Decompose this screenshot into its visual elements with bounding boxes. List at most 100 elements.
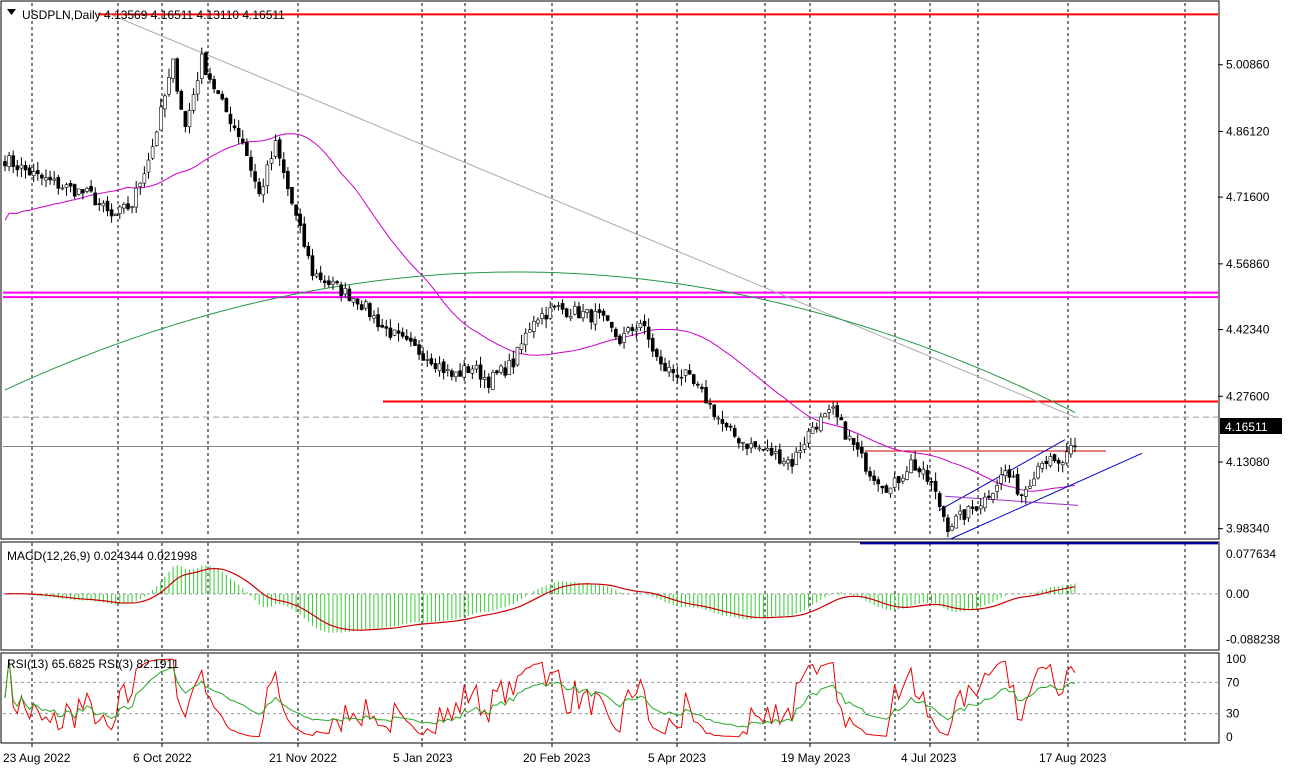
candle-body [228, 113, 233, 125]
candle-body [281, 159, 286, 173]
candle-body [675, 374, 680, 378]
candle-body [122, 203, 126, 209]
main-pane-frame [0, 0, 1220, 540]
candle-body [199, 53, 204, 79]
candle-body [605, 315, 610, 321]
candle-body [519, 343, 524, 350]
candle-body [790, 459, 794, 467]
candle-body [138, 182, 143, 187]
candle-body [400, 332, 405, 337]
candle-body [757, 447, 762, 450]
candle-body [236, 127, 241, 138]
candle-body [421, 353, 425, 361]
candle-body [208, 73, 212, 80]
candle-body [429, 358, 434, 365]
candle-body [339, 284, 343, 296]
candle-body [687, 370, 692, 375]
candle-body [1011, 475, 1016, 478]
candle-body [126, 203, 130, 210]
candle-body [35, 170, 40, 175]
candle-body [458, 370, 462, 377]
candle-body [765, 447, 770, 451]
candle-body [905, 471, 909, 480]
candle-body [564, 308, 569, 317]
trading-chart[interactable]: 5.00860 4.86120 4.71600 4.56860 4.42340 4.276… [0, 0, 1291, 771]
candle-body [888, 487, 893, 495]
candle-body [970, 506, 975, 509]
candle-body [769, 447, 774, 456]
candle-body [728, 425, 733, 428]
candle-body [778, 449, 782, 464]
candle-body [712, 404, 717, 417]
candle-body [618, 335, 622, 344]
candle-body [40, 174, 44, 179]
candle-body [396, 330, 401, 334]
candle-body [310, 255, 315, 276]
candle-body [72, 184, 77, 197]
candle-body [966, 506, 971, 519]
candle-body [650, 338, 655, 352]
rsi-tick-label: 70 [1226, 675, 1240, 689]
candle-body [216, 90, 220, 94]
candle-body [634, 328, 639, 332]
candle-body [720, 419, 725, 424]
candle-body [667, 366, 671, 373]
candle-body [335, 281, 339, 284]
candle-body [1052, 454, 1057, 462]
date-tick-label: 4 Jul 2023 [901, 751, 957, 765]
price-tick-label: 4.71600 [1226, 190, 1270, 204]
candle-body [806, 430, 811, 444]
candle-body [708, 403, 712, 405]
candle-body [921, 468, 926, 475]
candle-body [741, 441, 745, 444]
candle-body [376, 314, 380, 328]
candle-body [901, 477, 905, 482]
candle-body [937, 493, 942, 508]
candle-body [89, 185, 93, 192]
candle-body [823, 413, 827, 418]
candle-body [691, 374, 696, 384]
candle-body [753, 441, 758, 448]
candle-body [983, 496, 987, 508]
candle-body [614, 328, 618, 338]
candle-body [987, 495, 991, 498]
candle-body [917, 468, 922, 473]
candle-body [232, 125, 237, 129]
candle-body [245, 141, 249, 156]
candle-body [204, 52, 208, 75]
candle-body [962, 509, 967, 520]
candle-body [113, 213, 118, 216]
candle-body [950, 526, 954, 531]
candle-body [470, 368, 475, 374]
candle-body [958, 510, 963, 515]
candle-body [240, 138, 245, 144]
candle-body [31, 171, 36, 177]
candle-body [167, 76, 171, 95]
candle-body [884, 485, 889, 493]
candle-body [798, 450, 803, 454]
candle-body [868, 471, 872, 477]
candle-body [896, 476, 901, 484]
candle-body [158, 106, 163, 131]
candle-body [860, 447, 864, 454]
candle-body [872, 475, 876, 482]
candle-body [523, 332, 528, 346]
candle-body [450, 370, 454, 377]
candle-body [683, 369, 688, 376]
candle-body [864, 452, 868, 472]
candle-body [507, 360, 512, 376]
candle-body [224, 98, 229, 113]
candle-body [1056, 459, 1061, 464]
candle-body [593, 311, 598, 325]
candle-body [85, 188, 89, 192]
candle-body [626, 327, 630, 333]
candle-body [499, 365, 503, 373]
date-axis: 23 Aug 2022 6 Oct 2022 21 Nov 2022 5 Jan 20… [3, 743, 1107, 765]
candle-body [1003, 470, 1008, 476]
candle-body [142, 173, 147, 184]
candle-body [782, 461, 786, 465]
candle-body [929, 481, 934, 483]
candle-body [265, 164, 270, 187]
candle-body [581, 311, 585, 319]
candle-body [560, 303, 565, 310]
